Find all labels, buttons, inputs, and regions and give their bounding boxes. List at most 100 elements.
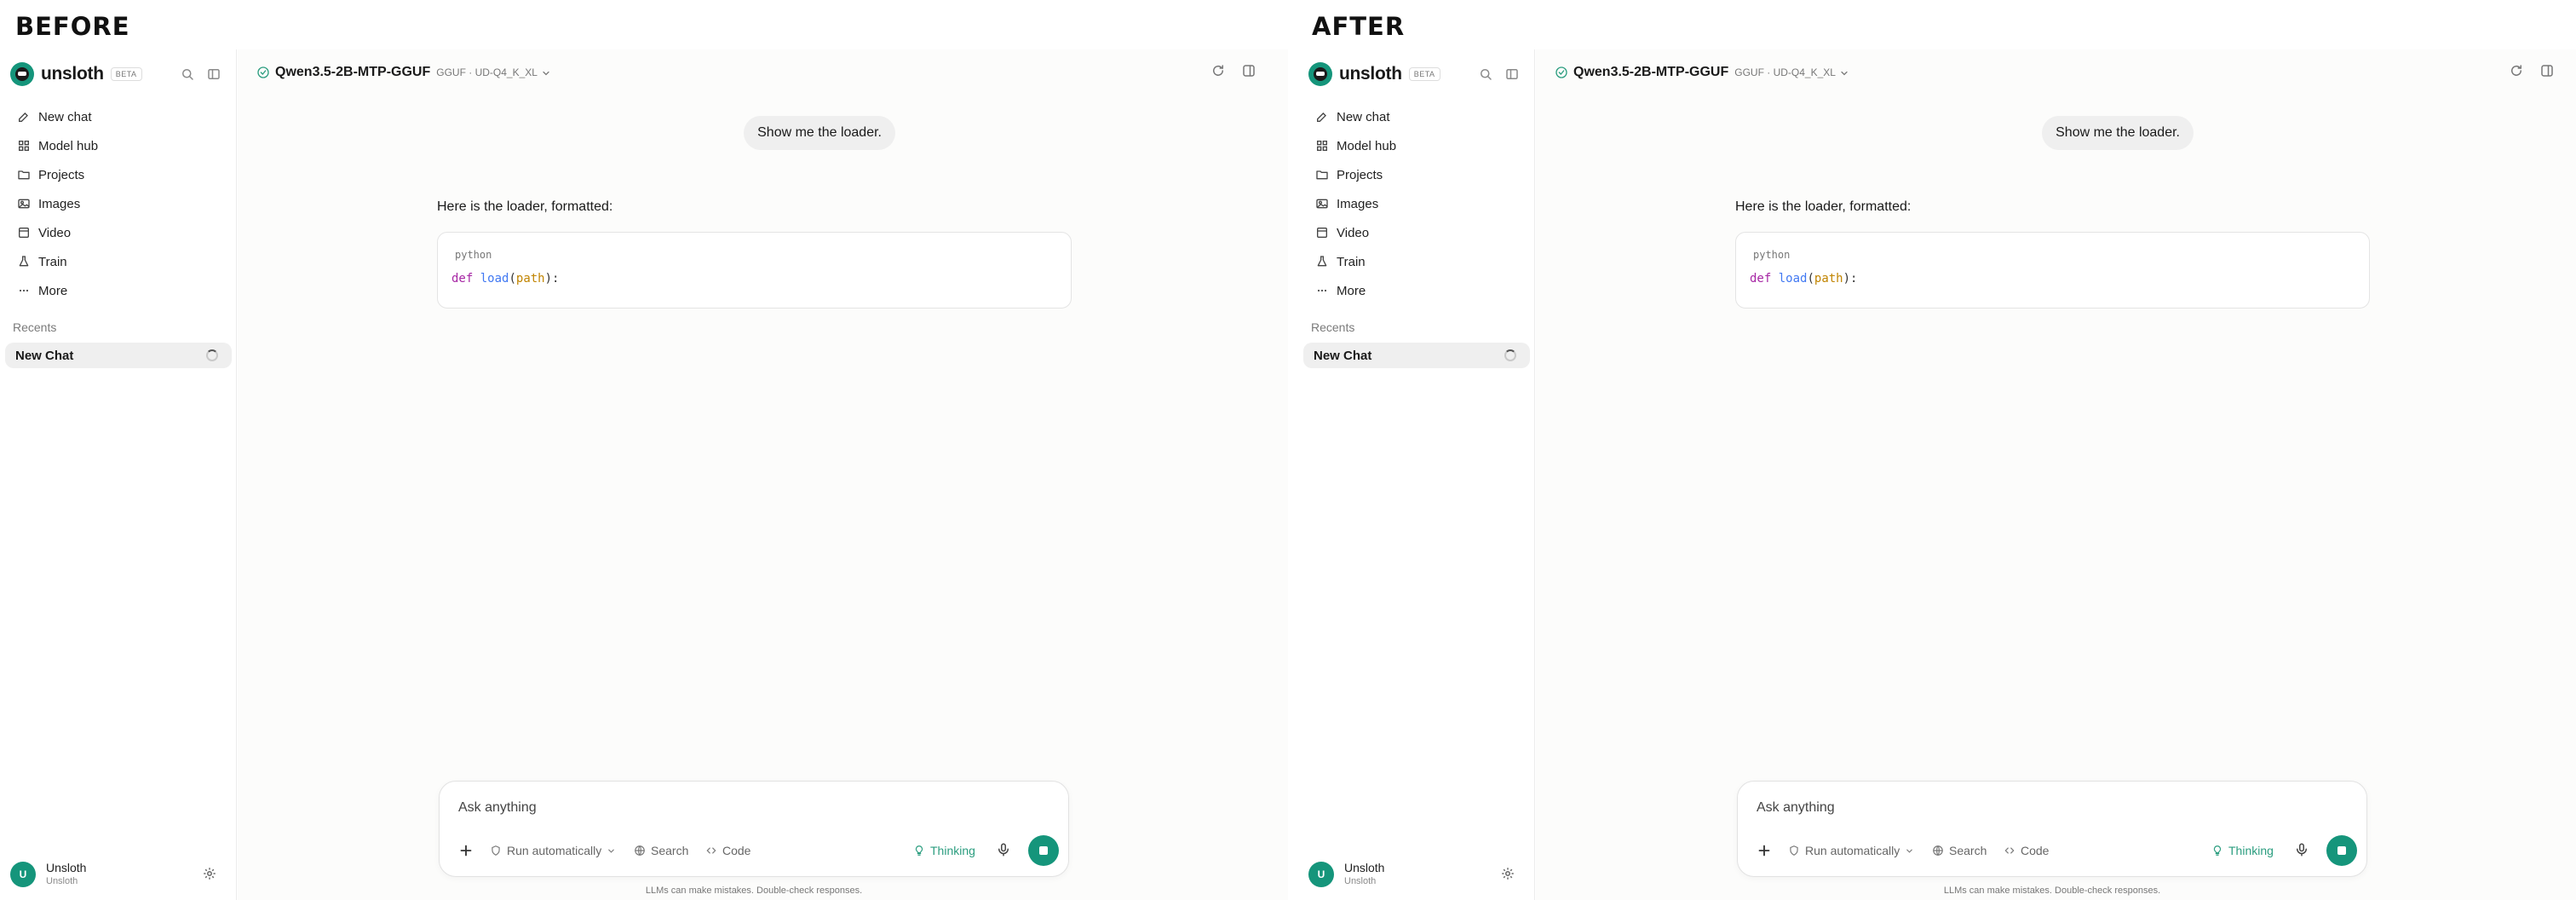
model-selector[interactable]: Qwen3.5-2B-MTP-GGUF GGUF · UD-Q4_K_XL <box>256 63 551 82</box>
thinking-toggle[interactable]: Thinking <box>2211 842 2274 859</box>
panel-layout-icon[interactable] <box>1241 63 1256 78</box>
sidebar-item-model-hub[interactable]: Model hub <box>1307 131 1527 160</box>
brand[interactable]: unsloth BETA <box>10 61 142 87</box>
sidebar-item-images[interactable]: Images <box>1307 189 1527 218</box>
run-mode-label: Run automatically <box>1805 844 1900 857</box>
code-icon <box>2004 847 2015 854</box>
run-mode-dropdown[interactable]: Run automatically <box>490 842 616 859</box>
code-toggle[interactable]: Code <box>705 842 750 859</box>
search-toggle[interactable]: Search <box>1932 842 1987 859</box>
assistant-message-text: Here is the loader, formatted: <box>437 199 613 214</box>
ellipsis-icon <box>1317 289 1327 292</box>
panel-layout-icon[interactable] <box>2539 63 2555 78</box>
grid-icon <box>18 141 29 151</box>
gear-icon[interactable] <box>202 866 217 881</box>
recents-heading: Recents <box>1311 320 1355 334</box>
video-icon <box>19 228 29 238</box>
sidebar-item-projects[interactable]: Projects <box>1307 160 1527 189</box>
composer: Run automatically Search Code Thinking <box>439 781 1069 877</box>
sidebar-item-label: New chat <box>1337 109 1390 124</box>
chevron-down-icon <box>1906 849 1913 853</box>
plus-icon[interactable] <box>1755 841 1774 860</box>
sidebar-item-train[interactable]: Train <box>9 247 228 276</box>
chat-input[interactable] <box>458 800 969 816</box>
sidebar-item-projects[interactable]: Projects <box>9 160 228 189</box>
model-selector[interactable]: Qwen3.5-2B-MTP-GGUF GGUF · UD-Q4_K_XL <box>1555 63 1849 82</box>
refresh-icon[interactable] <box>1210 63 1226 78</box>
sidebar-item-more[interactable]: More <box>1307 276 1527 305</box>
code-block: python def load(path): <box>437 232 1072 309</box>
sidebar: unsloth BETA New chat Model hub Projects <box>1298 49 1535 900</box>
user-subtitle: Unsloth <box>1344 876 1377 886</box>
sidebar-toggle-icon[interactable] <box>1504 66 1520 82</box>
code-icon <box>706 847 716 854</box>
run-mode-dropdown[interactable]: Run automatically <box>1788 842 1914 859</box>
code-function-name: load <box>480 272 509 286</box>
loading-spinner-icon <box>1504 349 1516 361</box>
code-toggle-label: Code <box>2021 844 2050 857</box>
sidebar-toggle-icon[interactable] <box>206 66 221 82</box>
chevron-down-icon <box>541 67 551 78</box>
search-icon[interactable] <box>1478 66 1493 82</box>
chevron-down-icon <box>608 849 615 853</box>
sidebar-item-model-hub[interactable]: Model hub <box>9 131 228 160</box>
code-close: ): <box>1843 272 1858 286</box>
run-mode-label: Run automatically <box>507 844 602 857</box>
code-parameter: path <box>515 272 545 286</box>
loading-spinner-icon <box>206 349 218 361</box>
chat-main: Qwen3.5-2B-MTP-GGUF GGUF · UD-Q4_K_XL Sh… <box>1536 49 2576 900</box>
check-circle-icon <box>256 66 270 79</box>
recents-heading: Recents <box>13 320 57 334</box>
assistant-message-text: Here is the loader, formatted: <box>1735 199 1912 214</box>
code-line: def load(path): <box>451 272 559 286</box>
lightbulb-icon <box>915 845 923 856</box>
user-profile[interactable]: U Unsloth Unsloth <box>10 861 86 888</box>
thinking-toggle-label: Thinking <box>930 844 975 857</box>
stop-generation-button[interactable] <box>2326 835 2357 866</box>
recent-chat-item[interactable]: New Chat <box>1303 343 1530 368</box>
code-block: python def load(path): <box>1735 232 2370 309</box>
sidebar-item-new-chat[interactable]: New chat <box>1307 102 1527 131</box>
code-toggle[interactable]: Code <box>2004 842 2049 859</box>
sidebar-nav: New chat Model hub Projects Images Video… <box>1307 102 1527 305</box>
sidebar-item-video[interactable]: Video <box>1307 218 1527 247</box>
code-language-label: python <box>455 249 492 261</box>
refresh-icon[interactable] <box>2509 63 2524 78</box>
video-icon <box>1317 228 1327 238</box>
gear-icon[interactable] <box>1500 866 1515 881</box>
microphone-icon[interactable] <box>996 842 1011 857</box>
sidebar-item-images[interactable]: Images <box>9 189 228 218</box>
avatar: U <box>1308 862 1334 887</box>
brand[interactable]: unsloth BETA <box>1308 61 1440 87</box>
search-toggle-label: Search <box>651 844 689 857</box>
sidebar-item-train[interactable]: Train <box>1307 247 1527 276</box>
chevron-down-icon <box>1839 67 1849 78</box>
sidebar-item-new-chat[interactable]: New chat <box>9 102 228 131</box>
globe-icon <box>1933 845 1943 856</box>
microphone-icon[interactable] <box>2294 842 2309 857</box>
sidebar-item-label: More <box>1337 283 1366 298</box>
lightbulb-icon <box>2213 845 2222 856</box>
check-circle-icon <box>1555 66 1568 79</box>
code-keyword: def <box>451 272 474 286</box>
stop-generation-button[interactable] <box>1028 835 1059 866</box>
thinking-toggle[interactable]: Thinking <box>913 842 975 859</box>
sidebar-item-label: Images <box>38 196 81 211</box>
chat-input[interactable] <box>1757 800 2268 816</box>
recent-chat-item[interactable]: New Chat <box>5 343 232 368</box>
model-detail: GGUF · UD-Q4_K_XL <box>1734 66 1836 78</box>
sidebar-item-more[interactable]: More <box>9 276 228 305</box>
sidebar-item-video[interactable]: Video <box>9 218 228 247</box>
after-panel: unsloth BETA New chat Model hub Projects <box>1298 49 2576 900</box>
search-icon[interactable] <box>180 66 195 82</box>
shield-icon <box>1790 845 1798 856</box>
panel-label-after: AFTER <box>1312 12 1406 41</box>
panel-label-before: BEFORE <box>15 12 130 41</box>
ellipsis-icon <box>19 289 29 292</box>
image-icon <box>1316 199 1328 209</box>
user-name: Unsloth <box>46 861 87 874</box>
model-name: Qwen3.5-2B-MTP-GGUF <box>1573 65 1729 79</box>
user-profile[interactable]: U Unsloth Unsloth <box>1308 861 1384 888</box>
plus-icon[interactable] <box>457 841 475 860</box>
search-toggle[interactable]: Search <box>634 842 688 859</box>
